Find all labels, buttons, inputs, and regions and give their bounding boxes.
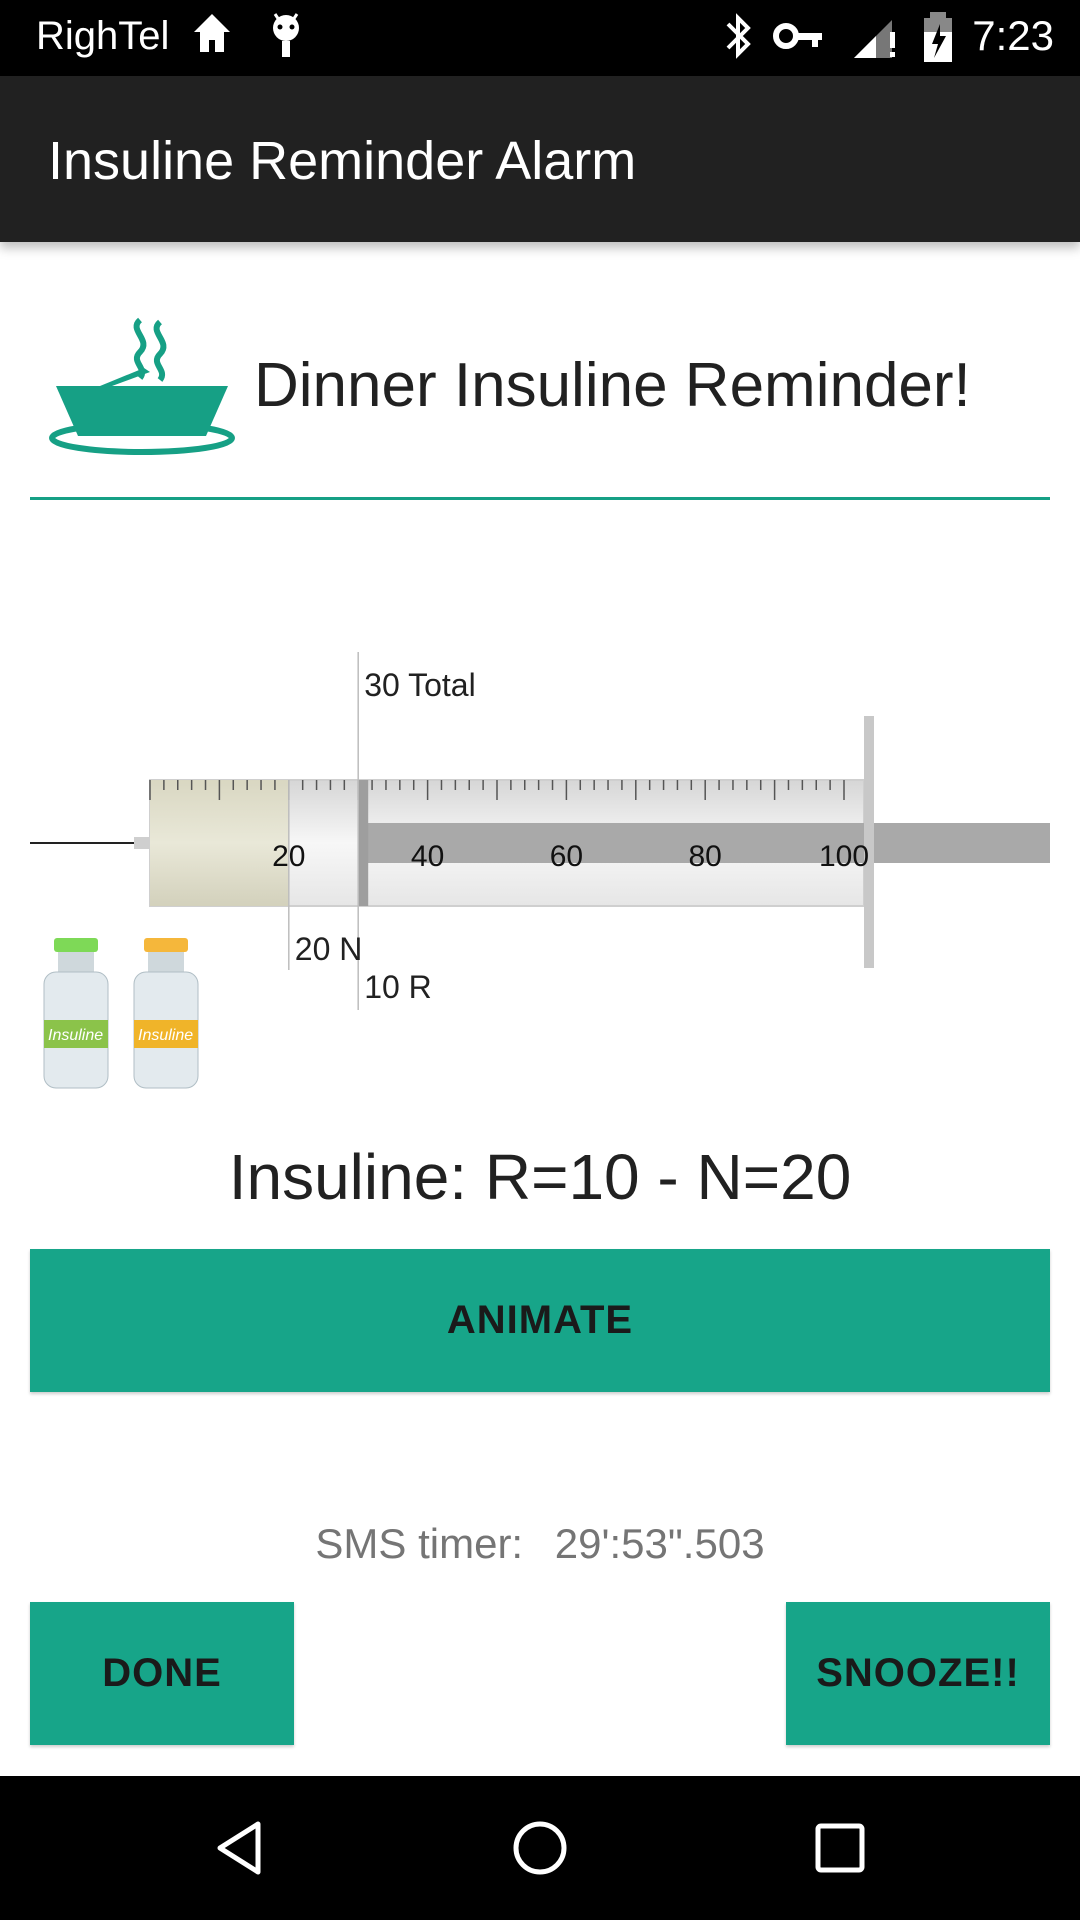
total-label: 30 Total (364, 667, 476, 703)
dinner-bowl-icon (48, 316, 236, 456)
plunger-head (358, 780, 369, 906)
app-bar: Insuline Reminder Alarm (0, 76, 1080, 242)
svg-text:Insuline: Insuline (138, 1027, 193, 1044)
scale-label: 40 (411, 840, 444, 873)
status-bar: RighTel 7:23 (0, 0, 1080, 76)
scale-label: 80 (689, 840, 722, 873)
scale-label: 100 (819, 840, 869, 873)
app-title: Insuline Reminder Alarm (48, 131, 637, 191)
carrier-name: RighTel (36, 14, 170, 58)
clock-time: 7:23 (972, 12, 1054, 59)
recents-icon[interactable] (760, 1776, 920, 1920)
snooze-button[interactable]: SNOOZE!! (786, 1602, 1050, 1745)
syringe-tip (134, 837, 150, 849)
vpn-key-icon (772, 8, 824, 69)
home-icon (190, 8, 234, 63)
back-icon[interactable] (160, 1776, 320, 1920)
signal-icon (850, 8, 900, 69)
header-divider (30, 497, 1050, 500)
insulin-dose-summary: Insuline: R=10 - N=20 (228, 1141, 852, 1213)
home-circle-icon[interactable] (460, 1776, 620, 1920)
sms-timer: SMS timer: 29':53".503 (0, 1520, 1080, 1568)
reminder-title: Dinner Insuline Reminder! (254, 351, 971, 420)
bluetooth-icon (720, 8, 756, 69)
navigation-bar (0, 1776, 1080, 1920)
animate-button[interactable]: ANIMATE (30, 1249, 1050, 1392)
svg-text:Insuline: Insuline (48, 1027, 103, 1044)
insulin-n-vial-icon: Insuline (40, 936, 112, 1097)
n-label: 20 N (295, 931, 363, 967)
scale-label: 60 (550, 840, 583, 873)
sms-timer-label: SMS timer: (315, 1520, 524, 1567)
android-icon (266, 8, 306, 67)
r-label: 10 R (364, 969, 432, 1005)
done-button[interactable]: DONE (30, 1602, 294, 1745)
insulin-r-vial-icon: Insuline (130, 936, 202, 1097)
sms-timer-value: 29':53".503 (554, 1520, 765, 1567)
battery-icon (920, 8, 956, 73)
